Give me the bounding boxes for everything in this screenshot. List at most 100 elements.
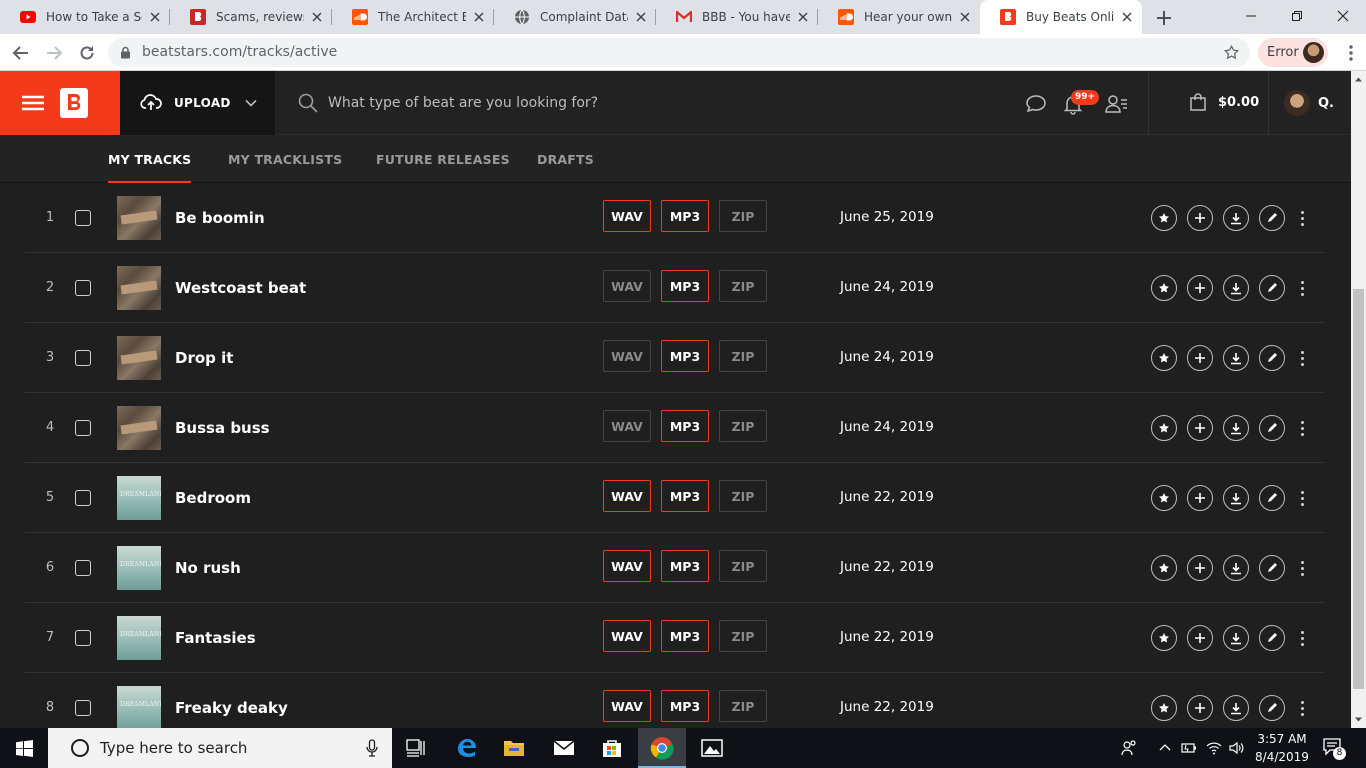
browser-tab[interactable]: How to Take a Screenshot <box>0 0 170 34</box>
track-select-checkbox[interactable] <box>75 700 91 716</box>
page-scrollbar[interactable] <box>1351 71 1366 728</box>
download-icon[interactable] <box>1223 555 1249 581</box>
edge-browser-icon[interactable] <box>442 728 490 768</box>
forward-button[interactable] <box>43 42 65 64</box>
edit-pencil-icon[interactable] <box>1259 345 1285 371</box>
format-mp3-button[interactable]: MP3 <box>661 200 709 232</box>
add-to-tracklist-icon[interactable] <box>1187 485 1213 511</box>
restore-button[interactable] <box>1274 0 1320 32</box>
format-wav-button[interactable]: WAV <box>603 200 651 232</box>
search-input[interactable] <box>328 95 928 111</box>
download-icon[interactable] <box>1223 345 1249 371</box>
user-menu[interactable]: Q. <box>1284 90 1334 116</box>
download-icon[interactable] <box>1223 625 1249 651</box>
browser-tab[interactable]: The Architect Beats <box>332 0 494 34</box>
close-tab-icon[interactable] <box>310 10 324 24</box>
favorite-star-icon[interactable] <box>1151 275 1177 301</box>
wifi-icon[interactable] <box>1205 739 1223 757</box>
track-select-checkbox[interactable] <box>75 630 91 646</box>
add-to-tracklist-icon[interactable] <box>1187 345 1213 371</box>
add-to-tracklist-icon[interactable] <box>1187 625 1213 651</box>
tab-my-tracklists[interactable]: MY TRACKLISTS <box>228 135 342 183</box>
close-tab-icon[interactable] <box>634 10 648 24</box>
track-select-checkbox[interactable] <box>75 350 91 366</box>
track-artwork[interactable] <box>117 196 161 240</box>
favorite-star-icon[interactable] <box>1151 485 1177 511</box>
format-wav-button[interactable]: WAV <box>603 480 651 512</box>
profile-error-button[interactable]: Error <box>1258 38 1328 67</box>
add-to-tracklist-icon[interactable] <box>1187 415 1213 441</box>
track-artwork[interactable]: DREAMLAND <box>117 686 161 728</box>
more-options-icon[interactable] <box>1296 345 1308 371</box>
favorite-star-icon[interactable] <box>1151 415 1177 441</box>
download-icon[interactable] <box>1223 275 1249 301</box>
more-options-icon[interactable] <box>1296 275 1308 301</box>
track-title[interactable]: Freaky deaky <box>175 673 288 728</box>
back-button[interactable] <box>10 42 32 64</box>
edit-pencil-icon[interactable] <box>1259 415 1285 441</box>
mail-icon[interactable] <box>540 728 588 768</box>
more-options-icon[interactable] <box>1296 205 1308 231</box>
more-options-icon[interactable] <box>1296 625 1308 651</box>
track-select-checkbox[interactable] <box>75 560 91 576</box>
track-title[interactable]: Be boomin <box>175 183 265 253</box>
track-artwork[interactable]: DREAMLAND <box>117 546 161 590</box>
format-wav-button[interactable]: WAV <box>603 340 651 372</box>
people-icon[interactable] <box>1120 739 1138 757</box>
track-select-checkbox[interactable] <box>75 210 91 226</box>
download-icon[interactable] <box>1223 415 1249 441</box>
add-to-tracklist-icon[interactable] <box>1187 695 1213 721</box>
browser-tab[interactable]: BBB - You have a New <box>656 0 818 34</box>
download-icon[interactable] <box>1223 205 1249 231</box>
tab-drafts[interactable]: DRAFTS <box>537 135 594 183</box>
scrollbar-thumb[interactable] <box>1353 289 1364 689</box>
chevron-up-icon[interactable] <box>1156 739 1174 757</box>
favorite-star-icon[interactable] <box>1151 695 1177 721</box>
chrome-taskbar-icon[interactable] <box>638 728 686 768</box>
browser-tab[interactable]: Complaint Data <box>494 0 656 34</box>
file-explorer-icon[interactable] <box>490 728 538 768</box>
browser-tab[interactable]: Scams, reviews, complaints <box>170 0 332 34</box>
close-tab-icon[interactable] <box>1120 10 1134 24</box>
browser-tab[interactable]: Buy Beats Online | BeatStars <box>980 0 1142 34</box>
track-title[interactable]: Drop it <box>175 323 233 393</box>
format-mp3-button[interactable]: MP3 <box>661 410 709 442</box>
taskbar-search-box[interactable]: Type here to search <box>48 728 392 768</box>
format-mp3-button[interactable]: MP3 <box>661 340 709 372</box>
format-zip-button[interactable]: ZIP <box>719 340 767 372</box>
track-artwork[interactable] <box>117 336 161 380</box>
format-zip-button[interactable]: ZIP <box>719 480 767 512</box>
favorite-star-icon[interactable] <box>1151 555 1177 581</box>
add-to-tracklist-icon[interactable] <box>1187 555 1213 581</box>
bookmark-star-icon[interactable] <box>1223 44 1240 61</box>
format-wav-button[interactable]: WAV <box>603 620 651 652</box>
format-zip-button[interactable]: ZIP <box>719 270 767 302</box>
follow-requests-icon[interactable] <box>1104 93 1127 115</box>
format-mp3-button[interactable]: MP3 <box>661 270 709 302</box>
download-icon[interactable] <box>1223 695 1249 721</box>
close-tab-icon[interactable] <box>796 10 810 24</box>
add-to-tracklist-icon[interactable] <box>1187 205 1213 231</box>
tab-my-tracks[interactable]: MY TRACKS <box>108 135 192 183</box>
format-zip-button[interactable]: ZIP <box>719 620 767 652</box>
download-icon[interactable] <box>1223 485 1249 511</box>
track-title[interactable]: No rush <box>175 533 241 603</box>
track-title[interactable]: Bedroom <box>175 463 251 533</box>
more-options-icon[interactable] <box>1296 415 1308 441</box>
format-wav-button[interactable]: WAV <box>603 550 651 582</box>
new-tab-button[interactable] <box>1154 8 1174 28</box>
format-zip-button[interactable]: ZIP <box>719 200 767 232</box>
edit-pencil-icon[interactable] <box>1259 275 1285 301</box>
edit-pencil-icon[interactable] <box>1259 205 1285 231</box>
beatstars-logo-icon[interactable] <box>60 88 88 118</box>
format-zip-button[interactable]: ZIP <box>719 410 767 442</box>
format-mp3-button[interactable]: MP3 <box>661 550 709 582</box>
url-field[interactable]: beatstars.com/tracks/active <box>108 38 1250 67</box>
track-title[interactable]: Bussa buss <box>175 393 270 463</box>
reload-button[interactable] <box>76 42 98 64</box>
track-artwork[interactable] <box>117 266 161 310</box>
cart-button[interactable]: $0.00 <box>1178 93 1259 111</box>
favorite-star-icon[interactable] <box>1151 345 1177 371</box>
format-zip-button[interactable]: ZIP <box>719 550 767 582</box>
tab-future-releases[interactable]: FUTURE RELEASES <box>376 135 510 183</box>
